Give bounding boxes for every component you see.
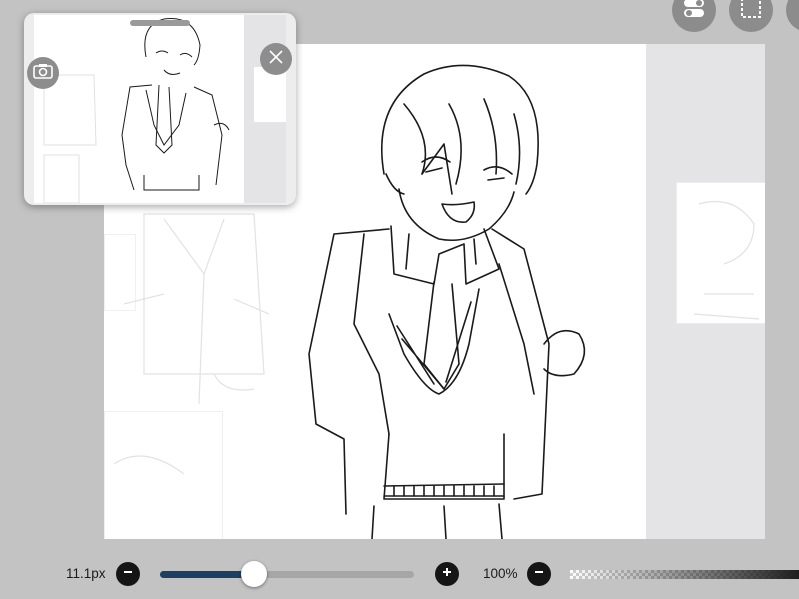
opacity-decrease-button[interactable] (527, 562, 551, 586)
navigator-drag-handle[interactable] (130, 20, 190, 26)
brush-size-slider-fill (160, 571, 254, 578)
opacity-slider[interactable] (570, 570, 799, 579)
opacity-label: 100% (483, 566, 518, 581)
plus-icon (441, 565, 453, 583)
selection-icon (739, 0, 763, 25)
minus-icon (122, 565, 134, 583)
toggle-layer-button[interactable] (672, 0, 716, 32)
bottom-toolbar: 11.1px 100% (0, 548, 799, 599)
toggle-icon (682, 0, 706, 25)
navigator-thumbnail[interactable] (34, 15, 286, 203)
more-tools-button[interactable] (786, 0, 799, 32)
brush-size-increase-button[interactable] (435, 562, 459, 586)
thumbnail-drawing (43, 15, 286, 203)
navigator-panel[interactable] (24, 13, 296, 205)
brush-size-slider-thumb[interactable] (241, 561, 267, 587)
brush-size-label: 11.1px (66, 566, 106, 581)
selection-tool-button[interactable] (729, 0, 773, 32)
camera-icon (33, 63, 53, 84)
close-icon (268, 49, 284, 70)
brush-size-decrease-button[interactable] (116, 562, 140, 586)
snapshot-button[interactable] (27, 57, 59, 89)
navigator-close-button[interactable] (260, 43, 292, 75)
minus-icon (533, 565, 545, 583)
